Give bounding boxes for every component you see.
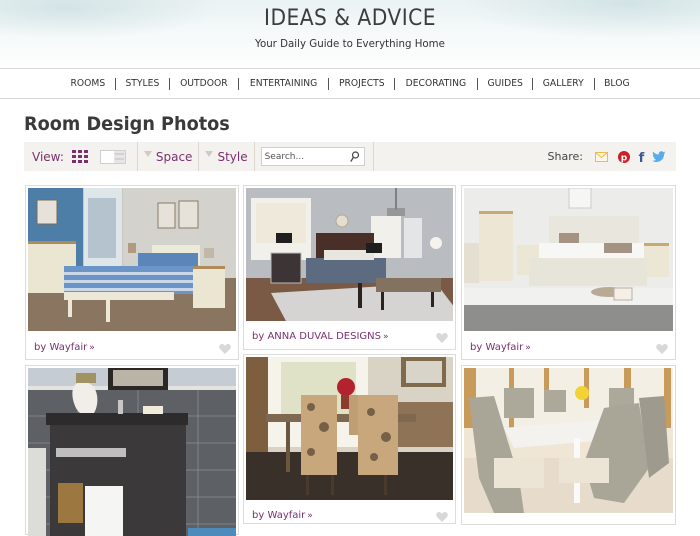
- nav-item-decorating[interactable]: DECORATING: [406, 78, 467, 89]
- search-icon[interactable]: [349, 151, 359, 163]
- heart-icon[interactable]: [219, 343, 231, 354]
- pinterest-icon[interactable]: p: [618, 150, 630, 163]
- search-input[interactable]: [261, 148, 346, 165]
- photo-dining-floral[interactable]: [246, 357, 453, 500]
- nav-item-outdoor[interactable]: OUTDOOR: [180, 78, 228, 89]
- nav-item-blog[interactable]: BLOG: [604, 78, 629, 89]
- grid-view-icon[interactable]: [71, 149, 88, 164]
- nav-divider: [477, 77, 479, 90]
- style-filter-label: Style: [217, 149, 248, 164]
- nav-divider: [115, 77, 116, 90]
- photo-card[interactable]: [461, 365, 676, 525]
- photo-credit-link[interactable]: by Wayfair»: [34, 342, 95, 353]
- heart-icon[interactable]: [436, 332, 448, 343]
- style-filter-dropdown[interactable]: Style: [199, 142, 253, 171]
- space-filter-label: Space: [155, 149, 193, 164]
- nav-item-guides[interactable]: GUIDES: [488, 78, 523, 89]
- photo-bathroom-vanity[interactable]: [28, 368, 236, 536]
- space-filter-dropdown[interactable]: Space: [138, 142, 199, 171]
- heart-icon[interactable]: [656, 343, 668, 354]
- nav-divider: [168, 77, 170, 90]
- caret-down-icon: [205, 150, 214, 157]
- nav-divider: [394, 77, 396, 90]
- nav-item-gallery[interactable]: GALLERY: [543, 78, 584, 89]
- photo-bedroom-white[interactable]: [464, 188, 673, 331]
- nav-divider: [532, 77, 534, 90]
- photo-card[interactable]: by Wayfair»: [461, 185, 676, 360]
- toolbar-divider: [253, 142, 255, 171]
- photo-card[interactable]: by ANNA DUVAL DESIGNS»: [243, 185, 456, 350]
- photo-card[interactable]: by Wayfair»: [243, 354, 456, 524]
- main-nav: ROOMS STYLES OUTDOOR ENTERTAINING PROJEC…: [0, 69, 700, 99]
- svg-text:f: f: [639, 151, 645, 163]
- view-label: View:: [32, 149, 64, 164]
- svg-text:p: p: [621, 153, 628, 163]
- photo-dining-wicker[interactable]: [464, 368, 673, 513]
- site-tagline: Your Daily Guide to Everything Home: [255, 37, 445, 50]
- nav-divider: [327, 77, 329, 90]
- nav-divider: [237, 77, 239, 90]
- photo-bedroom-grey[interactable]: [246, 188, 453, 321]
- caret-down-icon: [143, 150, 152, 157]
- list-view-icon[interactable]: [99, 149, 126, 164]
- nav-item-entertaining[interactable]: ENTERTAINING: [249, 78, 316, 89]
- photo-card[interactable]: by Wayfair»: [25, 185, 239, 360]
- page-title: Room Design Photos: [24, 113, 230, 135]
- site-header: IDEAS & ADVICE Your Daily Guide to Every…: [0, 0, 700, 69]
- nav-item-rooms[interactable]: ROOMS: [71, 78, 106, 89]
- toolbar-divider: [372, 142, 374, 171]
- search-box: [260, 147, 365, 166]
- nav-item-projects[interactable]: PROJECTS: [339, 78, 385, 89]
- email-icon[interactable]: [595, 151, 608, 162]
- nav-divider: [593, 77, 595, 90]
- photo-card[interactable]: [25, 365, 239, 536]
- photo-credit-link[interactable]: by Wayfair»: [252, 510, 313, 521]
- nav-item-styles[interactable]: STYLES: [125, 78, 159, 89]
- photo-credit-link[interactable]: by Wayfair»: [470, 342, 531, 353]
- heart-icon[interactable]: [436, 511, 448, 522]
- gallery-toolbar: View: Space Style Share: p f: [24, 142, 676, 171]
- photo-credit-link[interactable]: by ANNA DUVAL DESIGNS»: [252, 331, 389, 342]
- twitter-icon[interactable]: [652, 150, 666, 163]
- share-bar: Share: p f: [548, 150, 666, 163]
- site-title[interactable]: IDEAS & ADVICE: [28, 6, 672, 31]
- share-label: Share:: [547, 150, 583, 163]
- photo-bedroom-blue[interactable]: [28, 188, 236, 331]
- facebook-icon[interactable]: f: [638, 151, 645, 163]
